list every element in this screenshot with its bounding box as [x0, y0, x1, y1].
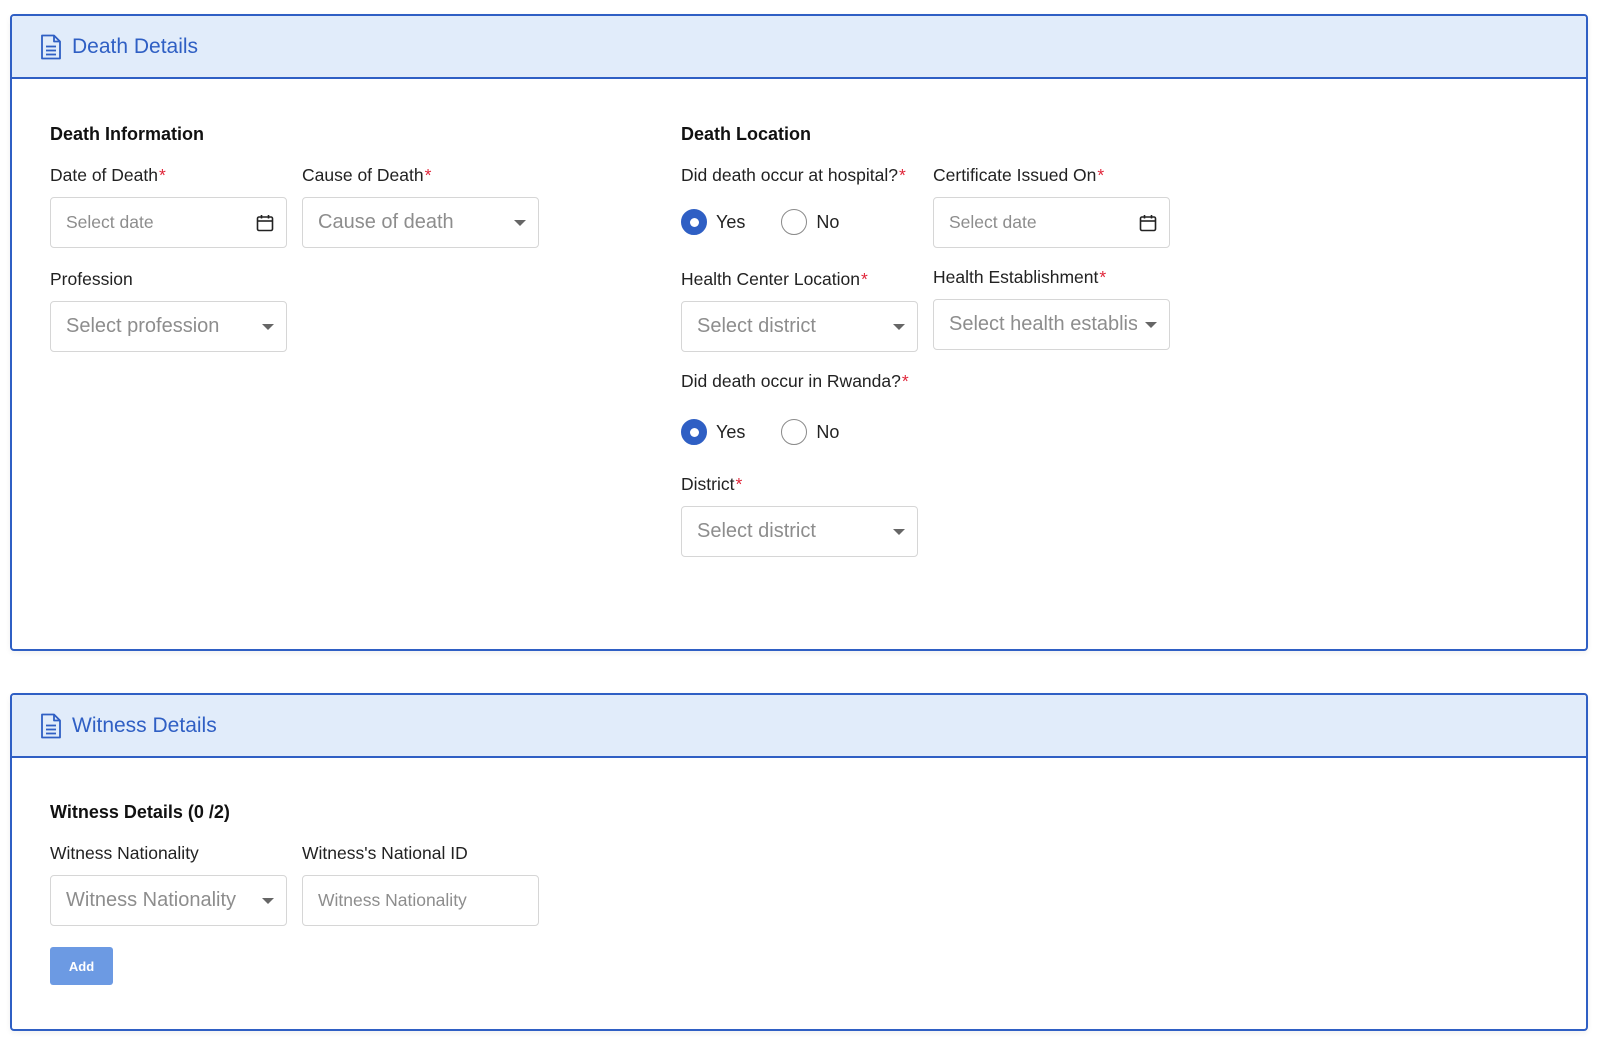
- death-details-header: Death Details: [12, 16, 1586, 79]
- certificate-issued-on-label: Certificate Issued On*: [933, 165, 1105, 185]
- profession-placeholder: Select profession: [66, 315, 220, 337]
- calendar-icon[interactable]: [1139, 214, 1157, 232]
- chevron-down-icon: [262, 323, 274, 330]
- hospital-no-radio[interactable]: [781, 209, 808, 235]
- certificate-issued-on-picker[interactable]: Select date: [933, 197, 1170, 248]
- required-marker: *: [1097, 165, 1105, 185]
- witness-national-id-input[interactable]: Witness Nationality: [302, 875, 539, 926]
- chevron-down-icon: [262, 897, 274, 904]
- district-label: District*: [681, 474, 743, 494]
- required-marker: *: [424, 165, 432, 185]
- witness-section-title: Witness Details (0 /2): [50, 802, 230, 822]
- hospital-yes-option[interactable]: Yes: [681, 209, 745, 235]
- cause-of-death-placeholder: Cause of death: [318, 211, 454, 233]
- health-establishment-label: Health Establishment*: [933, 267, 1107, 287]
- rwanda-radio-group: Yes No: [681, 419, 875, 445]
- health-center-location-placeholder: Select district: [697, 315, 816, 337]
- profession-select[interactable]: Select profession: [50, 301, 287, 352]
- profession-label: Profession: [50, 269, 133, 289]
- witness-nationality-label: Witness Nationality: [50, 843, 199, 863]
- witness-national-id-placeholder: Witness Nationality: [318, 890, 467, 910]
- rwanda-no-label: No: [816, 421, 840, 442]
- date-of-death-label: Date of Death*: [50, 165, 166, 185]
- required-marker: *: [158, 165, 166, 185]
- hospital-yes-label: Yes: [716, 211, 746, 232]
- death-details-title: Death Details: [72, 34, 199, 58]
- cause-of-death-label: Cause of Death*: [302, 165, 432, 185]
- rwanda-yes-option[interactable]: Yes: [681, 419, 745, 445]
- required-marker: *: [861, 269, 868, 289]
- district-select[interactable]: Select district: [681, 506, 918, 557]
- witness-nationality-placeholder: Witness Nationality: [66, 889, 237, 911]
- health-establishment-select[interactable]: Select health establis: [933, 299, 1170, 350]
- document-icon: [40, 713, 62, 739]
- hospital-no-label: No: [816, 211, 840, 232]
- hospital-question-label: Did death occur at hospital?*: [681, 165, 906, 185]
- witness-details-header: Witness Details: [12, 695, 1586, 758]
- required-marker: *: [1099, 267, 1107, 287]
- hospital-radio-group: Yes No: [681, 209, 875, 235]
- chevron-down-icon: [1145, 321, 1157, 328]
- witness-national-id-label: Witness's National ID: [302, 843, 468, 863]
- chevron-down-icon: [514, 219, 526, 226]
- death-information-title: Death Information: [50, 124, 205, 144]
- date-of-death-placeholder: Select date: [66, 212, 154, 232]
- witness-details-card: Witness Details Witness Details (0 /2) W…: [10, 693, 1588, 1031]
- witness-nationality-select[interactable]: Witness Nationality: [50, 875, 287, 926]
- date-of-death-picker[interactable]: Select date: [50, 197, 287, 248]
- rwanda-no-radio[interactable]: [781, 419, 808, 445]
- document-icon: [40, 34, 62, 60]
- death-location-title: Death Location: [681, 124, 812, 144]
- chevron-down-icon: [893, 528, 905, 535]
- rwanda-no-option[interactable]: No: [781, 419, 839, 445]
- required-marker: *: [901, 371, 909, 391]
- chevron-down-icon: [893, 323, 905, 330]
- health-center-location-select[interactable]: Select district: [681, 301, 918, 352]
- witness-details-title: Witness Details: [72, 713, 217, 737]
- health-establishment-placeholder: Select health establis: [949, 313, 1137, 335]
- certificate-issued-on-placeholder: Select date: [949, 212, 1037, 232]
- death-details-card: Death Details Death Information Date of …: [10, 14, 1588, 651]
- hospital-yes-radio[interactable]: [681, 209, 707, 235]
- rwanda-yes-radio[interactable]: [681, 419, 707, 445]
- health-center-location-label: Health Center Location*: [681, 269, 868, 289]
- hospital-no-option[interactable]: No: [781, 209, 839, 235]
- rwanda-yes-label: Yes: [716, 421, 746, 442]
- add-witness-button[interactable]: Add: [50, 947, 113, 985]
- rwanda-question-label: Did death occur in Rwanda?*: [681, 371, 909, 391]
- required-marker: *: [898, 165, 906, 185]
- cause-of-death-select[interactable]: Cause of death: [302, 197, 539, 248]
- calendar-icon[interactable]: [256, 214, 274, 232]
- district-placeholder: Select district: [697, 520, 816, 542]
- required-marker: *: [735, 474, 743, 494]
